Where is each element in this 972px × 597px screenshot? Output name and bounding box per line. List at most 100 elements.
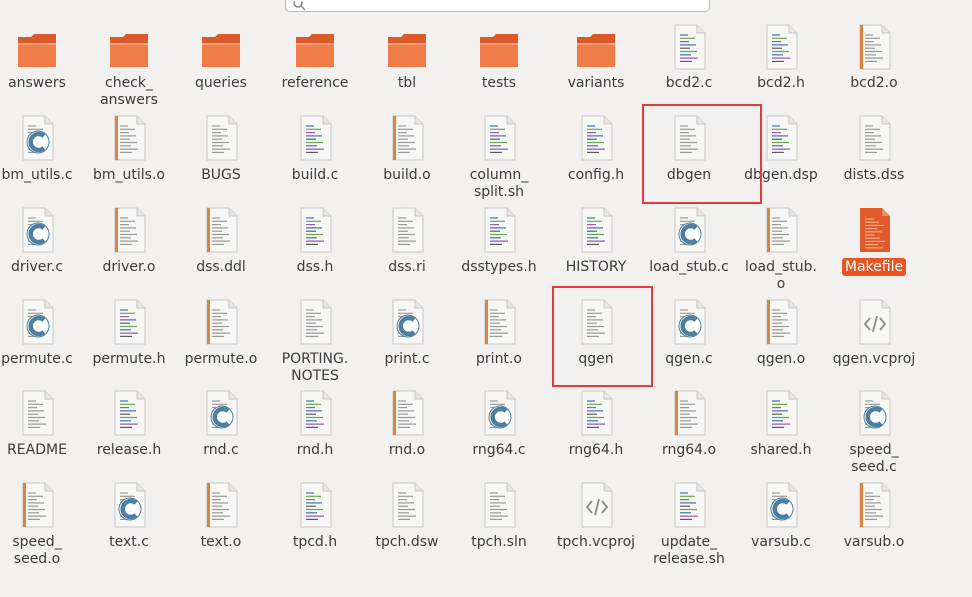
file-item-bm-utils-c[interactable]: bm_utils.c	[0, 92, 83, 183]
file-item-rnd-o[interactable]: rnd.o	[361, 367, 453, 458]
folder-icon	[576, 23, 616, 71]
file-item-speed-seed-o[interactable]: speed_ seed.o	[0, 459, 83, 567]
file-name-label: README	[7, 442, 67, 458]
file-item-dbgen-dsp[interactable]: dbgen.dsp	[735, 92, 827, 183]
file-name-label: dss.h	[296, 259, 334, 275]
file-name-label: bcd2.c	[665, 75, 713, 91]
file-item-load-stub-o[interactable]: load_stub. o	[735, 184, 827, 292]
file-item-bugs[interactable]: BUGS	[175, 92, 267, 183]
file-name-label: tpch.vcproj	[556, 534, 636, 550]
file-item-dsstypes-h[interactable]: dsstypes.h	[453, 184, 545, 275]
file-name-label: dss.ddl	[196, 259, 246, 275]
file-item-bcd2-h[interactable]: bcd2.h	[735, 0, 827, 91]
file-item-speed-seed-c[interactable]: speed_ seed.c	[828, 367, 920, 475]
file-item-build-o[interactable]: build.o	[361, 92, 453, 183]
file-item-update-release-sh[interactable]: update_ release.sh	[643, 459, 735, 567]
file-item-tests[interactable]: tests	[453, 0, 545, 91]
file-item-dss-h[interactable]: dss.h	[269, 184, 361, 275]
file-name-label: permute.h	[92, 351, 166, 367]
file-name-label: bm_utils.o	[93, 167, 165, 183]
file-item-readme[interactable]: README	[0, 367, 83, 458]
file-item-print-c[interactable]: print.c	[361, 276, 453, 367]
file-item-build-c[interactable]: build.c	[269, 92, 361, 183]
file-item-dbgen[interactable]: dbgen	[643, 92, 735, 183]
file-name-label: rnd.c	[203, 442, 239, 458]
c-source-icon	[479, 389, 519, 437]
file-item-bm-utils-o[interactable]: bm_utils.o	[83, 92, 175, 183]
file-item-dss-ri[interactable]: dss.ri	[361, 184, 453, 275]
file-item-history[interactable]: HISTORY	[550, 184, 642, 275]
object-file-icon	[669, 389, 709, 437]
file-item-qgen-vcproj[interactable]: qgen.vcproj	[828, 276, 920, 367]
file-name-label: release.h	[96, 442, 162, 458]
file-item-dss-ddl[interactable]: dss.ddl	[175, 184, 267, 275]
file-item-porting-notes[interactable]: PORTING. NOTES	[269, 276, 361, 384]
file-item-varsub-o[interactable]: varsub.o	[828, 459, 920, 550]
code-file-icon	[576, 114, 616, 162]
text-file-icon	[387, 206, 427, 254]
file-item-check-answers[interactable]: check_ answers	[83, 0, 175, 108]
file-item-text-c[interactable]: text.c	[83, 459, 175, 550]
file-item-queries[interactable]: queries	[175, 0, 267, 91]
file-grid: answers check_ answers queries reference…	[0, 0, 972, 597]
object-file-icon	[109, 206, 149, 254]
file-item-bcd2-o[interactable]: bcd2.o	[828, 0, 920, 91]
file-item-column-split-sh[interactable]: column_ split.sh	[453, 92, 545, 200]
file-item-answers[interactable]: answers	[0, 0, 83, 91]
file-item-permute-o[interactable]: permute.o	[175, 276, 267, 367]
file-name-label: tpch.dsw	[375, 534, 439, 550]
file-item-qgen[interactable]: qgen	[550, 276, 642, 367]
file-item-variants[interactable]: variants	[550, 0, 642, 91]
file-item-bcd2-c[interactable]: bcd2.c	[643, 0, 735, 91]
file-name-label: driver.c	[10, 259, 64, 275]
code-file-icon	[761, 23, 801, 71]
file-item-load-stub-c[interactable]: load_stub.c	[643, 184, 735, 275]
file-name-label: update_ release.sh	[653, 534, 725, 567]
folder-icon	[387, 23, 427, 71]
xml-file-icon	[854, 298, 894, 346]
file-item-rng64-o[interactable]: rng64.o	[643, 367, 735, 458]
file-item-dists-dss[interactable]: dists.dss	[828, 92, 920, 183]
file-item-rnd-h[interactable]: rnd.h	[269, 367, 361, 458]
file-item-release-h[interactable]: release.h	[83, 367, 175, 458]
text-file-icon	[479, 481, 519, 529]
file-name-label: bcd2.h	[757, 75, 805, 91]
file-item-driver-c[interactable]: driver.c	[0, 184, 83, 275]
file-item-permute-c[interactable]: permute.c	[0, 276, 83, 367]
file-item-rng64-h[interactable]: rng64.h	[550, 367, 642, 458]
object-file-icon	[854, 23, 894, 71]
file-item-driver-o[interactable]: driver.o	[83, 184, 175, 275]
object-file-icon	[201, 481, 241, 529]
file-item-rng64-c[interactable]: rng64.c	[453, 367, 545, 458]
makefile-icon	[854, 206, 894, 254]
file-item-print-o[interactable]: print.o	[453, 276, 545, 367]
c-source-icon	[201, 389, 241, 437]
file-item-makefile[interactable]: Makefile	[828, 184, 920, 276]
code-file-icon	[295, 114, 335, 162]
file-name-label: speed_ seed.o	[12, 534, 62, 567]
code-file-icon	[109, 298, 149, 346]
file-item-tpch-vcproj[interactable]: tpch.vcproj	[550, 459, 642, 550]
folder-icon	[17, 23, 57, 71]
file-item-permute-h[interactable]: permute.h	[83, 276, 175, 367]
file-item-rnd-c[interactable]: rnd.c	[175, 367, 267, 458]
file-item-qgen-o[interactable]: qgen.o	[735, 276, 827, 367]
file-item-qgen-c[interactable]: qgen.c	[643, 276, 735, 367]
file-item-tpch-sln[interactable]: tpch.sln	[453, 459, 545, 550]
file-item-config-h[interactable]: config.h	[550, 92, 642, 183]
object-file-icon	[479, 298, 519, 346]
file-name-label: tbl	[397, 75, 417, 91]
c-source-icon	[17, 114, 57, 162]
file-item-reference[interactable]: reference	[269, 0, 361, 91]
file-name-label: print.o	[476, 351, 522, 367]
file-item-tpcd-h[interactable]: tpcd.h	[269, 459, 361, 550]
file-name-label: rng64.o	[661, 442, 717, 458]
folder-icon	[201, 23, 241, 71]
file-item-varsub-c[interactable]: varsub.c	[735, 459, 827, 550]
file-name-label: rng64.h	[568, 442, 624, 458]
file-item-tbl[interactable]: tbl	[361, 0, 453, 91]
text-file-icon	[387, 481, 427, 529]
file-item-shared-h[interactable]: shared.h	[735, 367, 827, 458]
file-item-text-o[interactable]: text.o	[175, 459, 267, 550]
file-item-tpch-dsw[interactable]: tpch.dsw	[361, 459, 453, 550]
